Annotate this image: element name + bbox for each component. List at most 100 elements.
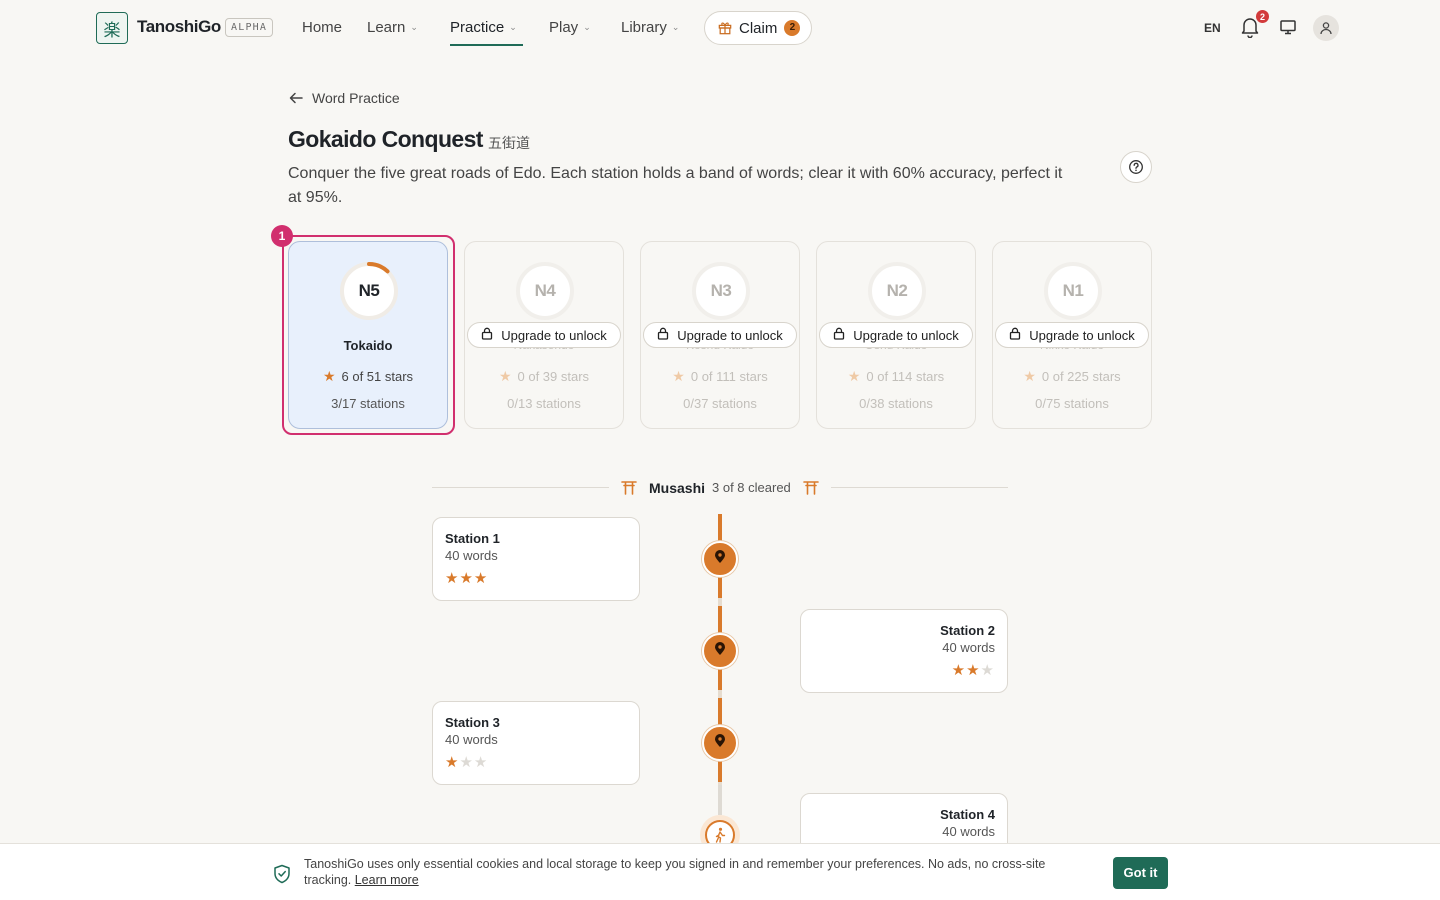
- station-word-count: 40 words: [942, 824, 995, 839]
- star-icon: ★: [445, 754, 460, 771]
- lock-icon: [1009, 327, 1021, 343]
- station-name: Station 4: [940, 807, 995, 822]
- back-link-label: Word Practice: [312, 90, 400, 106]
- map-pin-icon: [714, 641, 726, 661]
- star-icon: ★: [473, 570, 489, 587]
- section-progress: 3 of 8 cleared: [712, 480, 791, 495]
- upgrade-label: Upgrade to unlock: [1029, 327, 1135, 343]
- page-title: Gokaido Conquest: [288, 126, 483, 152]
- station-card[interactable]: Station 2 40 words ★★★: [800, 609, 1008, 693]
- claim-button[interactable]: Claim 2: [704, 11, 812, 45]
- torii-icon: [803, 481, 819, 495]
- active-nav-underline: [450, 44, 523, 46]
- level-stars: ★ 0 of 39 stars: [465, 368, 623, 385]
- star-icon: ★: [445, 570, 460, 587]
- station-pin[interactable]: [702, 541, 738, 577]
- learn-more-link[interactable]: Learn more: [355, 873, 419, 887]
- cookie-message: TanoshiGo uses only essential cookies an…: [304, 856, 1094, 888]
- nav-home-label: Home: [302, 19, 343, 36]
- notification-count-badge: 2: [1255, 9, 1270, 24]
- nav-learn[interactable]: Learn ⌄: [367, 19, 418, 36]
- station-stars: ★★★: [445, 569, 627, 587]
- lock-icon: [833, 327, 845, 343]
- station-word-count: 40 words: [445, 732, 498, 747]
- star-icon: ★: [1023, 368, 1036, 384]
- cookie-banner: TanoshiGo uses only essential cookies an…: [0, 843, 1440, 900]
- upgrade-label: Upgrade to unlock: [677, 327, 783, 343]
- upgrade-to-unlock-button[interactable]: Upgrade to unlock: [995, 322, 1149, 348]
- chevron-down-icon: ⌄: [671, 22, 680, 32]
- star-icon: ★: [498, 368, 512, 384]
- language-selector[interactable]: EN: [1204, 21, 1221, 35]
- station-name: Station 2: [940, 623, 995, 638]
- nav-play[interactable]: Play ⌄: [549, 19, 591, 36]
- upgrade-to-unlock-button[interactable]: Upgrade to unlock: [643, 322, 797, 348]
- station-stars: ★★★: [445, 753, 627, 771]
- chevron-down-icon: ⌄: [583, 22, 591, 32]
- star-icon: ★: [459, 570, 474, 587]
- nav-learn-label: Learn: [367, 19, 406, 36]
- claim-label: Claim: [739, 19, 778, 37]
- gift-icon: [718, 22, 732, 35]
- section-name: Musashi: [649, 480, 706, 496]
- upgrade-to-unlock-button[interactable]: Upgrade to unlock: [819, 322, 973, 348]
- station-name: Station 3: [445, 715, 500, 730]
- nav-library-label: Library: [621, 19, 667, 36]
- level-code: N2: [886, 281, 908, 300]
- question-circle-icon: [1129, 160, 1143, 174]
- station-stars: ★★★: [813, 661, 995, 679]
- claim-count-badge: 2: [784, 20, 801, 36]
- level-code: N4: [534, 281, 556, 300]
- lock-icon: [657, 327, 669, 343]
- brand-name[interactable]: TanoshiGo: [137, 17, 221, 37]
- station-name: Station 1: [445, 531, 500, 546]
- level-card-n2[interactable]: N2Oshu Kaido★0 of 114 stars0/38 stations…: [816, 241, 976, 429]
- level-card-n4[interactable]: N4Nakasendo★0 of 39 stars0/13 stationsUp…: [464, 241, 624, 429]
- level-stations: 0/37 stations: [683, 396, 757, 411]
- torii-icon: [621, 481, 637, 495]
- level-stars-text: 0 of 225 stars: [1041, 369, 1121, 384]
- lock-icon: [481, 327, 493, 343]
- nav-practice-label: Practice: [450, 19, 505, 36]
- highlight-number-badge: 1: [271, 225, 293, 247]
- level-stars: ★ 0 of 111 stars: [641, 368, 799, 385]
- station-card[interactable]: Station 1 40 words ★★★: [432, 517, 640, 601]
- help-button[interactable]: [1120, 151, 1152, 183]
- star-icon: ★: [951, 662, 967, 679]
- monitor-icon[interactable]: [1279, 18, 1297, 36]
- level-stations: 0/75 stations: [1035, 396, 1109, 411]
- chevron-down-icon: ⌄: [509, 22, 517, 32]
- upgrade-to-unlock-button[interactable]: Upgrade to unlock: [467, 322, 621, 348]
- station-pin[interactable]: [702, 633, 738, 669]
- page-description: Conquer the five great roads of Edo. Eac…: [288, 165, 1063, 206]
- level-stars-text: 0 of 114 stars: [866, 369, 945, 384]
- logo-icon[interactable]: 楽: [96, 12, 128, 44]
- level-stations: 0/38 stations: [859, 396, 933, 411]
- level-code: N1: [1062, 281, 1084, 300]
- station-pin[interactable]: [702, 725, 738, 761]
- level-stars-text: 0 of 39 stars: [517, 369, 590, 384]
- map-pin-icon: [714, 733, 726, 753]
- back-link[interactable]: Word Practice: [288, 90, 400, 106]
- star-icon: ★: [980, 662, 995, 679]
- alpha-badge: ALPHA: [225, 18, 274, 37]
- level-code: N3: [710, 281, 732, 300]
- page-title-japanese: 五街道: [488, 135, 530, 151]
- map-pin-icon: [714, 549, 726, 569]
- selected-level-highlight: [282, 235, 455, 435]
- upgrade-label: Upgrade to unlock: [853, 327, 959, 343]
- nav-library[interactable]: Library ⌄: [621, 19, 679, 36]
- station-card[interactable]: Station 3 40 words ★★★: [432, 701, 640, 785]
- nav-practice[interactable]: Practice ⌄: [450, 19, 517, 36]
- section-divider-right: [831, 487, 1008, 488]
- level-card-n1[interactable]: N1Nikko Kaido★0 of 225 stars0/75 station…: [992, 241, 1152, 429]
- star-icon: ★: [473, 754, 489, 771]
- station-word-count: 40 words: [942, 640, 995, 655]
- star-icon: ★: [459, 754, 474, 771]
- got-it-button[interactable]: Got it: [1113, 857, 1168, 889]
- user-avatar[interactable]: [1313, 15, 1339, 41]
- level-card-n3[interactable]: N3Koshu Kaido★0 of 111 stars0/37 station…: [640, 241, 800, 429]
- road-track-pending: [718, 785, 722, 815]
- level-stars: ★ 0 of 225 stars: [993, 368, 1151, 385]
- nav-home[interactable]: Home: [302, 19, 342, 36]
